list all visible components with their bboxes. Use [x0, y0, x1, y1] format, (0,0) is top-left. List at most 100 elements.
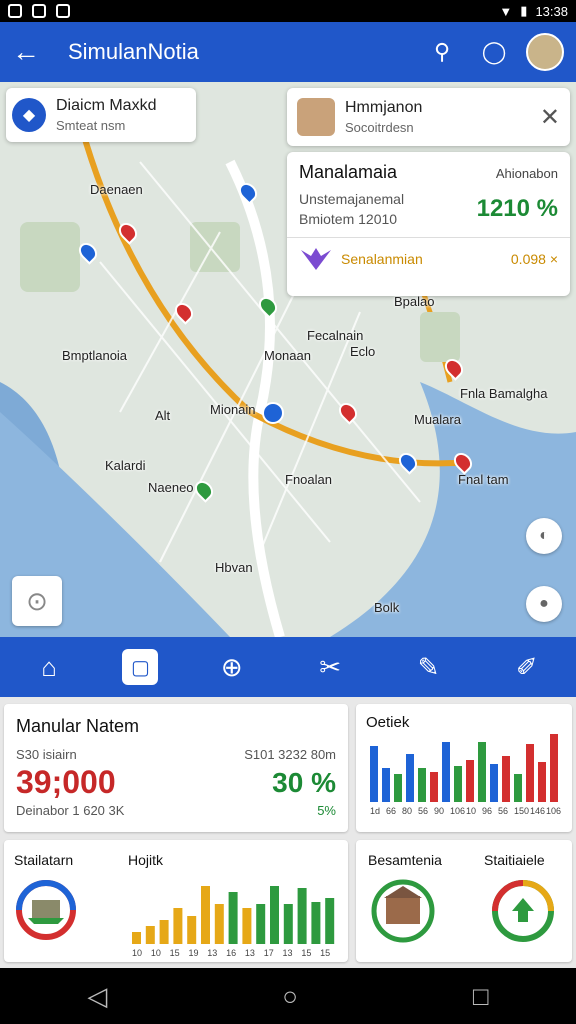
notification-icon: [8, 4, 22, 18]
chart-bar: [145, 926, 155, 944]
chart-bar: [311, 902, 321, 944]
map-label: Eclo: [350, 344, 376, 359]
stats-title-right: Hojitk: [128, 852, 164, 868]
chart-bar: [201, 886, 210, 944]
chart-bar: [526, 744, 534, 802]
close-icon[interactable]: ✕: [540, 103, 560, 132]
info-card[interactable]: Manalamaia Ahionabon Unstemajanemal Bmio…: [287, 152, 570, 296]
tool-icon: ✂: [319, 651, 342, 682]
place-subtitle: Socoitrdesn: [345, 120, 414, 135]
back-nav-icon[interactable]: ◁: [87, 981, 107, 1012]
map-label: Mualara: [414, 412, 461, 427]
camera-icon: ▢: [131, 656, 150, 679]
x-tick-label: 15: [170, 948, 180, 958]
location-subtitle: Smteat nsm: [56, 118, 126, 133]
bottom-tab-bar: ⌂ ▢ ⊕ ✂ ✎ ✐: [0, 637, 576, 697]
chart-bar: [187, 916, 197, 944]
current-location-icon[interactable]: [262, 402, 284, 424]
map-label: Fnal tam: [458, 472, 509, 487]
info-line1: Unstemajanemal: [299, 191, 405, 207]
stats-panel[interactable]: Stailatarn Hojitk 10 10 15 19 13 16 13 17 13 15 15: [4, 840, 348, 962]
home-nav-icon[interactable]: ○: [282, 981, 298, 1012]
x-tick-label: 10: [132, 948, 142, 958]
tab-camera[interactable]: ▢: [122, 649, 159, 685]
chart-bar: [283, 904, 293, 944]
stats-bar-chart: 10 10 15 19 13 16 13 17 13 15 15: [132, 886, 335, 958]
place-card[interactable]: Hmmjanon Socoitrdesn ✕: [287, 88, 570, 146]
x-tick-label: 56: [418, 806, 428, 816]
summary-big-value: 39;000: [16, 764, 116, 800]
map-label: Fnla Bamalgha: [460, 386, 548, 401]
gauge-panel[interactable]: Besamtenia Staitiaiele: [356, 840, 572, 962]
brand-value: 0.098 ×: [510, 251, 558, 267]
chart-bar: [442, 742, 450, 802]
map-label: Mionain: [210, 402, 256, 417]
location-card[interactable]: ◆ Diaicm Maxkd Smteat nsm: [6, 88, 196, 142]
edit-icon: ✐: [515, 651, 538, 682]
bar-chart-panel[interactable]: Oetiek 1d 66 80 56 90 106 10 96 56 150 146 106: [356, 704, 572, 832]
recents-nav-icon[interactable]: □: [473, 981, 489, 1012]
x-tick-label: 66: [386, 806, 396, 816]
chart-bar: [394, 774, 402, 802]
tab-edit[interactable]: ✐: [502, 645, 552, 689]
chart-bar: [490, 764, 498, 802]
map-label: Fecalnain: [307, 328, 364, 343]
chart-bar: [297, 888, 307, 944]
location-title: Diaicm Maxkd: [56, 97, 157, 114]
summary-right-sub: S101 3232 80m: [244, 747, 336, 762]
map-view[interactable]: ◆ Diaicm Maxkd Smteat nsm Hmmjanon Socoi…: [0, 82, 576, 637]
summary-panel[interactable]: Manular Natem S30 isiairn S101 3232 80m …: [4, 704, 348, 832]
x-tick-label: 16: [226, 948, 236, 958]
transit-icon: ⊕: [220, 651, 243, 682]
search-icon[interactable]: ⚲: [424, 34, 460, 70]
x-tick-label: 17: [264, 948, 274, 958]
tab-transit[interactable]: ⊕: [207, 645, 257, 689]
battery-icon: ▮: [520, 3, 528, 18]
x-tick-label: 150: [514, 806, 529, 816]
chart-bar: [406, 754, 414, 802]
status-time: 13:38: [535, 3, 568, 19]
map-label: Kalardi: [105, 458, 146, 473]
x-tick-label: 56: [498, 806, 508, 816]
chart-bar: [228, 892, 238, 944]
chart-bar: [478, 742, 486, 802]
tab-ruler[interactable]: ✎: [403, 645, 453, 689]
info-title: Manalamaia: [299, 162, 398, 182]
map-label: Bmptlanoia: [62, 348, 128, 363]
notification-icon: [56, 4, 70, 18]
layers-button[interactable]: ◐: [526, 518, 562, 554]
chart-bar: [256, 904, 266, 944]
x-tick-label: 80: [402, 806, 412, 816]
person-icon: ●: [539, 595, 549, 612]
ruler-icon: ✎: [417, 651, 440, 682]
building-gauge: [371, 879, 435, 943]
x-tick-label: 19: [188, 948, 198, 958]
map-label: Monaan: [264, 348, 311, 363]
locate-me-button[interactable]: ⊙: [12, 576, 62, 626]
chat-icon[interactable]: ◯: [476, 34, 512, 70]
tab-tool[interactable]: ✂: [305, 645, 355, 689]
avatar[interactable]: [526, 33, 564, 71]
profile-button[interactable]: ●: [526, 586, 562, 622]
summary-footer: Deinabor 1 620 3K: [16, 803, 125, 818]
status-gauge: [492, 880, 554, 942]
chart-bar: [382, 768, 390, 802]
x-tick-label: 106: [450, 806, 465, 816]
map-label: Fnoalan: [285, 472, 332, 487]
system-nav-bar: ◁ ○ □: [0, 968, 576, 1024]
stats-donut: [16, 880, 76, 940]
chart-bar: [159, 920, 169, 944]
arrow-left-icon[interactable]: ←: [12, 36, 52, 68]
bar-chart-title: Oetiek: [366, 714, 410, 731]
x-tick-label: 96: [482, 806, 492, 816]
summary-percent: 30 %: [272, 766, 336, 798]
chart-bar: [242, 908, 252, 944]
chart-bar: [270, 886, 279, 944]
tab-home[interactable]: ⌂: [24, 645, 74, 689]
x-tick-label: 10: [151, 948, 161, 958]
map-label: Hbvan: [215, 560, 253, 575]
chart-bar: [173, 908, 183, 944]
x-tick-label: 13: [283, 948, 293, 958]
map-label: Bolk: [374, 600, 400, 615]
app-bar: ← SimulanNotia ⚲ ◯: [0, 22, 576, 82]
